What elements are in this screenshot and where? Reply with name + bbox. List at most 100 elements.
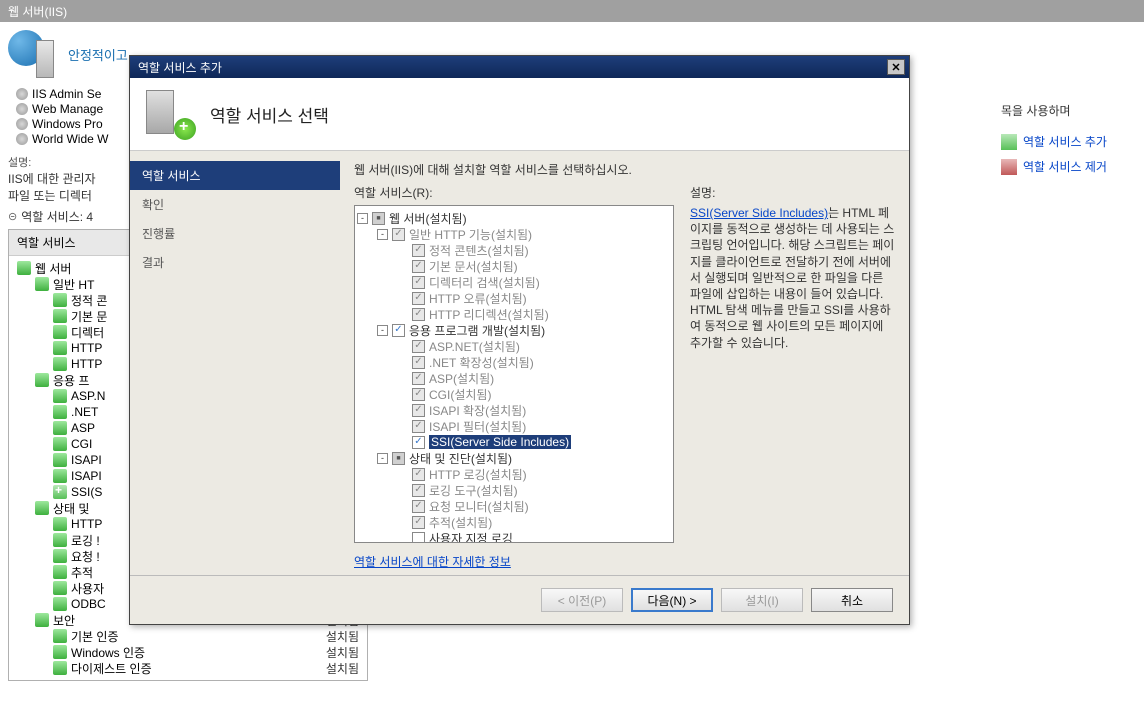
tree-node[interactable]: 로깅 도구(설치됨) <box>357 482 671 498</box>
role-service-icon <box>35 277 49 291</box>
checkbox <box>412 500 425 513</box>
tree-node[interactable]: -웹 서버(설치됨) <box>357 210 671 226</box>
remove-role-icon <box>1001 159 1017 175</box>
role-row[interactable]: 다이제스트 인증설치됨 <box>9 660 367 676</box>
role-service-icon <box>53 421 67 435</box>
role-status: 설치됨 <box>326 628 359 645</box>
node-label: .NET 확장성(설치됨) <box>429 354 534 371</box>
role-service-icon <box>53 549 67 563</box>
expand-toggle[interactable]: - <box>377 453 388 464</box>
install-button[interactable]: 설치(I) <box>721 588 803 612</box>
nav-item-1[interactable]: 확인 <box>130 190 340 219</box>
role-service-icon <box>53 309 67 323</box>
tree-node[interactable]: HTTP 로깅(설치됨) <box>357 466 671 482</box>
tree-node[interactable]: 디렉터리 검색(설치됨) <box>357 274 671 290</box>
role-label: 사용자 <box>71 580 104 597</box>
node-label: ISAPI 확장(설치됨) <box>429 402 526 419</box>
add-role-service-link[interactable]: 역할 서비스 추가 <box>1001 129 1136 154</box>
node-label: HTTP 로깅(설치됨) <box>429 466 527 483</box>
checkbox <box>412 244 425 257</box>
instruction-text: 웹 서버(IIS)에 대해 설치할 역할 서비스를 선택하십시오. <box>354 161 895 178</box>
node-label: HTTP 오류(설치됨) <box>429 290 527 307</box>
more-info-link[interactable]: 역할 서비스에 대한 자세한 정보 <box>354 553 511 570</box>
checkbox[interactable] <box>392 452 405 465</box>
node-label: CGI(설치됨) <box>429 386 491 403</box>
tree-node[interactable]: ISAPI 필터(설치됨) <box>357 418 671 434</box>
role-label: 로깅 ! <box>71 532 100 549</box>
cancel-button[interactable]: 취소 <box>811 588 893 612</box>
checkbox <box>412 388 425 401</box>
main-title-bar: 웹 서버(IIS) <box>0 0 1144 22</box>
tree-node[interactable]: 요청 모니터(설치됨) <box>357 498 671 514</box>
tree-node[interactable]: ASP(설치됨) <box>357 370 671 386</box>
next-button[interactable]: 다음(N) > <box>631 588 713 612</box>
checkbox <box>412 340 425 353</box>
tree-node[interactable]: HTTP 리디렉션(설치됨) <box>357 306 671 322</box>
checkbox[interactable] <box>392 324 405 337</box>
description-link[interactable]: SSI(Server Side Includes) <box>690 206 828 220</box>
close-button[interactable]: ✕ <box>887 59 905 75</box>
svc-label: Windows Pro <box>32 117 103 131</box>
role-service-icon <box>53 357 67 371</box>
tree-node[interactable]: -일반 HTTP 기능(설치됨) <box>357 226 671 242</box>
role-label: 응용 프 <box>53 372 89 389</box>
remove-role-service-link[interactable]: 역할 서비스 제거 <box>1001 154 1136 179</box>
tree-node[interactable]: ISAPI 확장(설치됨) <box>357 402 671 418</box>
tree-node[interactable]: HTTP 오류(설치됨) <box>357 290 671 306</box>
add-role-services-dialog: 역할 서비스 추가 ✕ 역할 서비스 선택 역할 서비스확인진행률결과 웹 서버… <box>129 55 910 625</box>
tree-node[interactable]: -상태 및 진단(설치됨) <box>357 450 671 466</box>
header-text: 안정적이고 <box>68 45 128 64</box>
tree-node[interactable]: ASP.NET(설치됨) <box>357 338 671 354</box>
gear-icon <box>16 103 28 115</box>
prev-button[interactable]: < 이전(P) <box>541 588 623 612</box>
expand-toggle[interactable]: - <box>357 213 368 224</box>
role-label: 상태 및 <box>53 500 89 517</box>
role-label: ODBC <box>71 597 106 611</box>
svc-label: World Wide W <box>32 132 108 146</box>
checkbox[interactable] <box>412 532 425 544</box>
nav-item-3[interactable]: 결과 <box>130 248 340 277</box>
role-service-icon <box>53 389 67 403</box>
expand-toggle[interactable]: - <box>377 229 388 240</box>
tree-node[interactable]: - 응용 프로그램 개발(설치됨) <box>357 322 671 338</box>
tree-node[interactable]: 사용자 지정 로깅 <box>357 530 671 543</box>
node-label: 응용 프로그램 개발(설치됨) <box>409 322 545 339</box>
checkbox <box>412 276 425 289</box>
role-row[interactable]: Windows 인증설치됨 <box>9 644 367 660</box>
checkbox <box>392 228 405 241</box>
role-service-icon <box>35 373 49 387</box>
tree-node[interactable]: 기본 문서(설치됨) <box>357 258 671 274</box>
role-label: 기본 문 <box>71 308 107 325</box>
nav-item-2[interactable]: 진행률 <box>130 219 340 248</box>
checkbox[interactable] <box>372 212 385 225</box>
role-service-icon <box>53 533 67 547</box>
dialog-title: 역할 서비스 추가 <box>138 59 222 76</box>
description-box: 설명: SSI(Server Side Includes)는 HTML 페이지를… <box>690 184 895 570</box>
role-service-icon <box>53 517 67 531</box>
svc-label: IIS Admin Se <box>32 87 101 101</box>
role-service-icon <box>17 261 31 275</box>
checkbox[interactable] <box>412 436 425 449</box>
tree-label: 역할 서비스(R): <box>354 184 674 201</box>
role-label: ASP.N <box>71 389 105 403</box>
checkbox <box>412 484 425 497</box>
nav-item-0[interactable]: 역할 서비스 <box>130 161 340 190</box>
role-label: HTTP <box>71 517 102 531</box>
role-row[interactable]: 기본 인증설치됨 <box>9 628 367 644</box>
role-label: HTTP <box>71 341 102 355</box>
role-services-tree[interactable]: -웹 서버(설치됨)-일반 HTTP 기능(설치됨)정적 콘텐츠(설치됨)기본 … <box>354 205 674 543</box>
node-label: 요청 모니터(설치됨) <box>429 498 529 515</box>
tree-node[interactable]: CGI(설치됨) <box>357 386 671 402</box>
tree-node[interactable]: SSI(Server Side Includes) <box>357 434 671 450</box>
checkbox <box>412 308 425 321</box>
role-service-icon <box>35 613 49 627</box>
dialog-title-bar[interactable]: 역할 서비스 추가 ✕ <box>130 56 909 78</box>
tree-node[interactable]: 정적 콘텐츠(설치됨) <box>357 242 671 258</box>
role-service-icon <box>53 645 67 659</box>
role-label: ASP <box>71 421 95 435</box>
checkbox <box>412 420 425 433</box>
expand-toggle[interactable]: - <box>377 325 388 336</box>
role-label: 정적 콘 <box>71 292 107 309</box>
tree-node[interactable]: .NET 확장성(설치됨) <box>357 354 671 370</box>
tree-node[interactable]: 추적(설치됨) <box>357 514 671 530</box>
